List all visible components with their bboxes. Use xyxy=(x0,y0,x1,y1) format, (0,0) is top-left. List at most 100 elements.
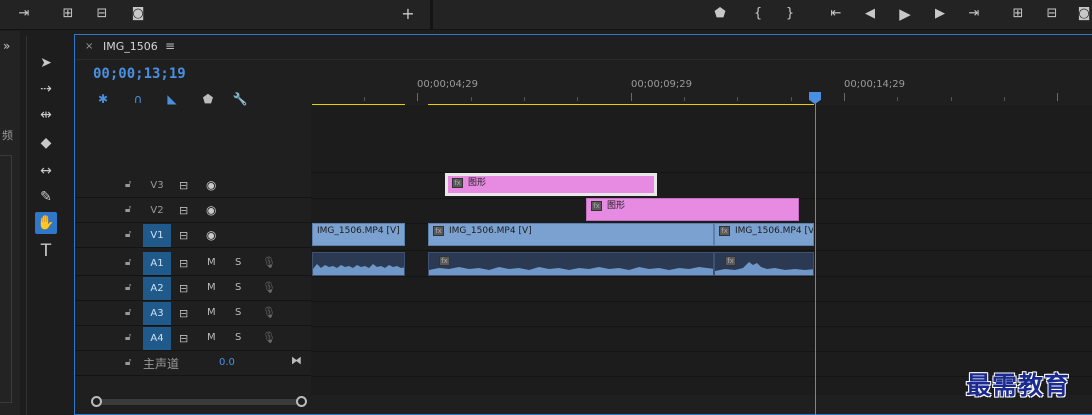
wrench-settings-icon[interactable]: 🔧 xyxy=(232,91,248,107)
sync-lock-icon[interactable]: ⊟ xyxy=(179,204,188,217)
mute-button[interactable]: M xyxy=(207,282,216,293)
camera-icon[interactable]: ◙ xyxy=(128,4,148,24)
audio-clip-a1-a[interactable] xyxy=(312,252,405,276)
sync-lock-icon[interactable]: ⊟ xyxy=(179,257,188,270)
step-forward-icon[interactable]: ▶ xyxy=(930,4,950,24)
sync-lock-icon[interactable]: ⊟ xyxy=(179,307,188,320)
add-marker-icon[interactable]: ⬟ xyxy=(200,91,216,107)
eye-icon[interactable]: ◉ xyxy=(206,178,216,192)
fx-badge-icon: fx xyxy=(452,178,463,188)
audio-clip-a1-c[interactable]: fx xyxy=(714,252,814,276)
slip-tool-icon[interactable]: ↔ xyxy=(35,160,57,182)
eye-icon[interactable]: ◉ xyxy=(206,203,216,217)
step-back-icon[interactable]: ◀ xyxy=(860,4,880,24)
ruler-minor-tick xyxy=(951,97,952,101)
mute-button[interactable]: M xyxy=(207,332,216,343)
fx-badge-icon: fx xyxy=(591,201,602,211)
extract-icon[interactable]: ⊟ xyxy=(92,4,112,24)
video-clip-v1-a[interactable]: IMG_1506.MP4 [V] xyxy=(312,223,405,246)
track-name[interactable]: A1 xyxy=(143,252,171,275)
graphic-clip-v2[interactable]: fx 图形 xyxy=(586,198,799,221)
type-tool-icon[interactable]: T xyxy=(35,240,57,262)
microphone-icon[interactable]: 🎙︎ xyxy=(262,256,276,269)
track-name[interactable]: V3 xyxy=(143,174,171,197)
add-button-icon[interactable]: + xyxy=(398,4,418,24)
solo-button[interactable]: S xyxy=(235,332,241,343)
track-name[interactable]: A3 xyxy=(143,302,171,325)
lift-program-icon[interactable]: ⊞ xyxy=(1008,4,1028,24)
extract-program-icon[interactable]: ⊟ xyxy=(1042,4,1062,24)
snap-magnet-icon[interactable]: ∩ xyxy=(130,91,146,107)
insert-icon[interactable]: ⇥ xyxy=(14,4,34,24)
track-content-area[interactable]: fx 图形 fx 图形 IMG_1506.MP4 [V] fx IMG_1506.MP… xyxy=(311,105,1092,395)
sync-lock-icon[interactable]: ⊟ xyxy=(179,282,188,295)
track-select-tool-icon[interactable]: ⇢ xyxy=(35,78,57,100)
add-marker-icon[interactable]: ⬟ xyxy=(710,4,730,24)
track-name[interactable]: V2 xyxy=(143,199,171,222)
mute-button[interactable]: M xyxy=(207,307,216,318)
lock-icon[interactable]: 🔓︎ xyxy=(125,332,135,344)
eye-icon[interactable]: ◉ xyxy=(206,228,216,242)
lane-divider xyxy=(311,326,1092,327)
solo-button[interactable]: S xyxy=(235,307,241,318)
mark-in-icon[interactable]: { xyxy=(748,4,768,24)
solo-button[interactable]: S xyxy=(235,257,241,268)
clip-label: 图形 xyxy=(607,201,626,211)
close-tab-icon[interactable]: × xyxy=(85,41,93,52)
lock-icon[interactable]: 🔓︎ xyxy=(125,282,135,294)
audio-clip-a1-b[interactable]: fx xyxy=(428,252,714,276)
graphic-clip-v3[interactable]: fx 图形 xyxy=(445,173,657,196)
zoom-scrollbar[interactable] xyxy=(91,396,307,407)
lock-icon[interactable]: 🔓︎ xyxy=(125,229,135,241)
mark-out-icon[interactable]: } xyxy=(780,4,800,24)
sync-lock-icon[interactable]: ⊟ xyxy=(179,332,188,345)
linked-selection-icon[interactable]: ◣ xyxy=(164,91,180,107)
go-to-out-icon[interactable]: ⇥ xyxy=(964,4,984,24)
microphone-icon[interactable]: 🎙︎ xyxy=(262,306,276,319)
ruler-minor-tick xyxy=(471,97,472,101)
go-to-in-icon[interactable]: ⇤ xyxy=(826,4,846,24)
master-volume-value[interactable]: 0.0 xyxy=(219,357,235,368)
microphone-icon[interactable]: 🎙︎ xyxy=(262,331,276,344)
clip-label: 图形 xyxy=(468,178,487,188)
go-to-end-icon[interactable]: ⧓ xyxy=(291,354,302,367)
track-name[interactable]: A2 xyxy=(143,277,171,300)
lock-icon[interactable]: 🔓︎ xyxy=(125,307,135,319)
track-name[interactable]: A4 xyxy=(143,327,171,350)
scroll-handle-right[interactable] xyxy=(296,396,307,407)
pen-tool-icon[interactable]: ✎ xyxy=(35,186,57,208)
sync-lock-icon[interactable]: ⊟ xyxy=(179,179,188,192)
track-name[interactable]: V1 xyxy=(143,224,171,247)
lock-icon[interactable]: 🔓︎ xyxy=(125,357,135,369)
lane-divider xyxy=(311,250,1092,251)
mute-button[interactable]: M xyxy=(207,257,216,268)
time-ruler[interactable]: 00;00;04;29 00;00;09;29 00;00;14;29 xyxy=(311,75,1092,107)
panel-menu-icon[interactable]: ≡ xyxy=(165,39,175,53)
panel-label-fragment: 频 xyxy=(2,129,13,142)
ruler-minor-tick xyxy=(791,97,792,101)
video-clip-v1-b[interactable]: fx IMG_1506.MP4 [V] xyxy=(428,223,714,246)
scroll-handle-left[interactable] xyxy=(91,396,102,407)
nest-toggle-icon[interactable]: ✱ xyxy=(95,91,111,107)
playhead-timecode[interactable]: 00;00;13;19 xyxy=(93,66,186,82)
clip-label: IMG_1506.MP4 [V] xyxy=(317,226,400,236)
lift-icon[interactable]: ⊞ xyxy=(58,4,78,24)
solo-button[interactable]: S xyxy=(235,282,241,293)
video-clip-v1-c[interactable]: fx IMG_1506.MP4 [V] xyxy=(714,223,814,246)
lock-icon[interactable]: 🔓︎ xyxy=(125,257,135,269)
play-icon[interactable]: ▶ xyxy=(895,4,915,24)
lock-icon[interactable]: 🔓︎ xyxy=(125,204,135,216)
microphone-icon[interactable]: 🎙︎ xyxy=(262,281,276,294)
export-frame-icon[interactable]: ◙ xyxy=(1074,4,1092,24)
expand-panels-icon[interactable]: » xyxy=(3,39,10,53)
ripple-edit-tool-icon[interactable]: ⇹ xyxy=(35,104,57,126)
lane-divider xyxy=(311,276,1092,277)
ruler-minor-tick xyxy=(364,97,365,101)
sequence-name[interactable]: IMG_1506 xyxy=(103,40,158,53)
sync-lock-icon[interactable]: ⊟ xyxy=(179,229,188,242)
playhead-line[interactable] xyxy=(815,92,816,415)
selection-tool-icon[interactable]: ➤ xyxy=(35,52,57,74)
razor-tool-icon[interactable]: ◆ xyxy=(35,132,57,154)
lock-icon[interactable]: 🔓︎ xyxy=(125,179,135,191)
hand-tool-icon[interactable]: ✋ xyxy=(35,212,57,234)
